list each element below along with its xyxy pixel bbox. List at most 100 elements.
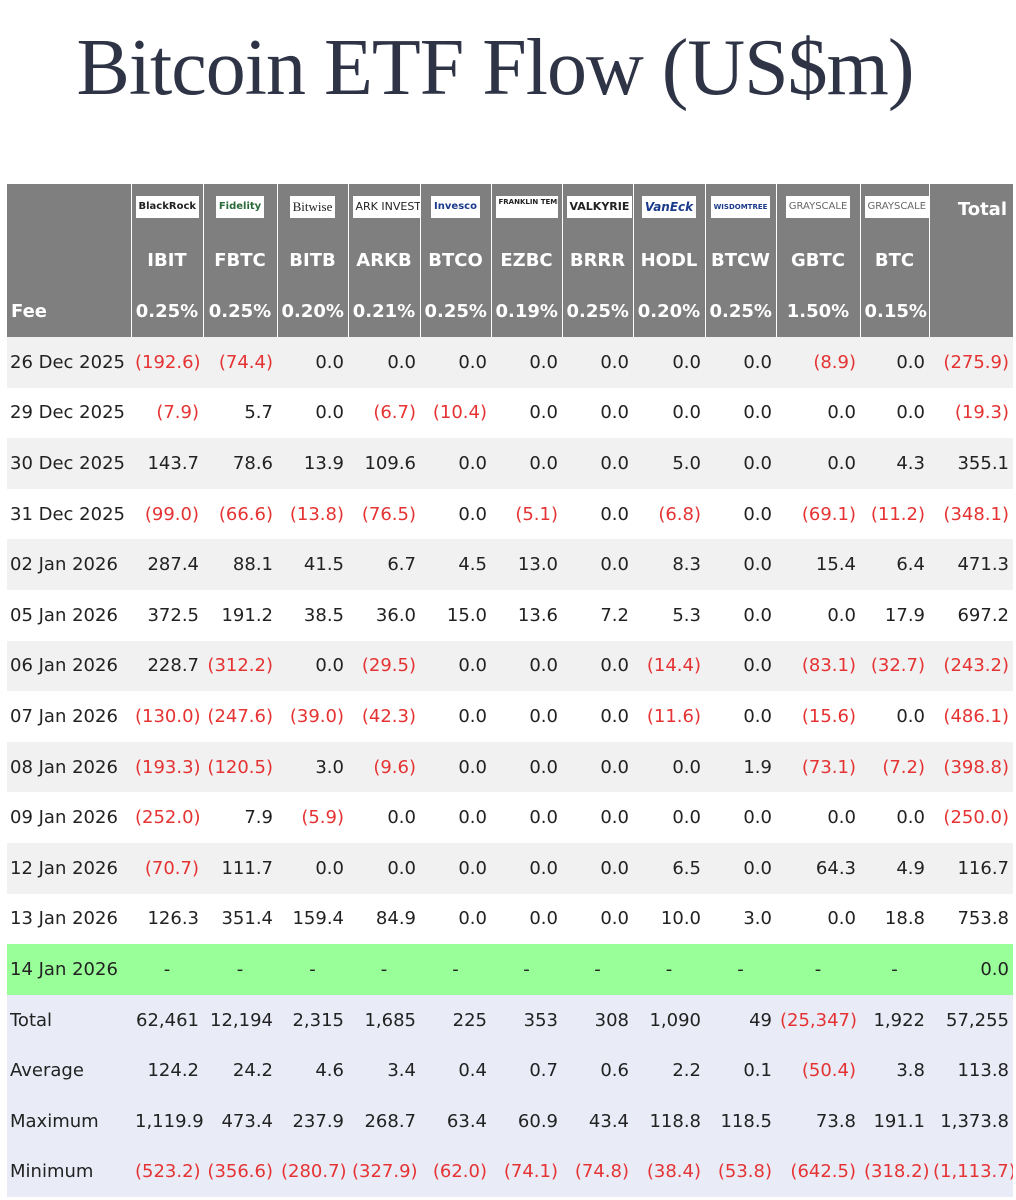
row-date: 12 Jan 2026	[7, 842, 131, 894]
table-row: 02 Jan 2026 287.4 88.1 41.5 6.7 4.5 13.0 0.0 8.3…	[7, 539, 1013, 590]
flow-value-cell: (6.8)	[633, 488, 705, 540]
summary-value-cell: 473.4	[203, 1095, 277, 1147]
summary-value-cell: (642.5)	[776, 1146, 860, 1198]
fee-value: 0.15%	[859, 286, 929, 337]
flow-value-cell: 111.7	[203, 842, 277, 894]
flow-value-cell: 41.5	[277, 539, 348, 590]
fee-value: 0.19%	[490, 286, 562, 337]
flow-value-cell: 0.0	[420, 842, 491, 894]
flow-value-cell: 7.9	[203, 792, 277, 843]
flow-value-cell: (5.9)	[277, 792, 348, 843]
header-blank-cell	[928, 235, 1013, 286]
row-date: 13 Jan 2026	[7, 893, 131, 945]
flow-value-cell: 143.7	[131, 438, 203, 489]
flow-value-cell: 1.9	[705, 741, 776, 793]
flow-value-cell: (5.1)	[491, 488, 562, 540]
summary-value-cell: 118.8	[633, 1095, 705, 1147]
flow-value-cell: (11.6)	[633, 691, 705, 742]
summary-value-cell: (50.4)	[776, 1045, 860, 1096]
row-total-cell: (486.1)	[929, 691, 1013, 742]
ticker-header: FBTC	[202, 235, 277, 286]
flow-value-cell: 0.0	[277, 842, 348, 894]
flow-table-body: 26 Dec 2025 (192.6) (74.4) 0.0 0.0 0.0 0.0 0.0 0…	[7, 337, 1013, 1198]
flow-value-cell: 0.0	[420, 792, 491, 843]
summary-label: Minimum	[7, 1146, 131, 1198]
issuer-logo-cell: ARK INVEST	[347, 184, 420, 235]
summary-value-cell: (74.1)	[491, 1146, 562, 1198]
summary-value-cell: 225	[420, 994, 491, 1046]
summary-value-cell: 0.4	[420, 1045, 491, 1096]
summary-value-cell: 4.6	[277, 1045, 348, 1096]
flow-value-cell: 0.0	[776, 387, 860, 439]
summary-value-cell: (38.4)	[633, 1146, 705, 1198]
flow-value-cell: 0.0	[420, 741, 491, 793]
flow-value-cell: 0.0	[420, 337, 491, 388]
summary-row: Maximum 1,119.9 473.4 237.9 268.7 63.4 60.9 43.…	[7, 1095, 1013, 1147]
summary-value-cell: 124.2	[131, 1045, 203, 1096]
flow-value-cell: 0.0	[776, 893, 860, 945]
flow-value-cell: 159.4	[277, 893, 348, 945]
issuer-logo-cell: GRAYSCALE	[859, 184, 929, 235]
row-date: 09 Jan 2026	[7, 792, 131, 843]
ticker-header: BTCW	[704, 235, 776, 286]
franklin-templeton-logo: FRANKLIN TEMPLETON	[495, 196, 558, 218]
flow-value-cell: (13.8)	[277, 488, 348, 540]
header-corner-cell	[7, 184, 131, 235]
summary-value-cell: 0.6	[562, 1045, 633, 1096]
flow-value-cell: 0.0	[633, 387, 705, 439]
summary-value-cell: 2.2	[633, 1045, 705, 1096]
flow-value-cell: 0.0	[277, 640, 348, 692]
summary-value-cell: (74.8)	[562, 1146, 633, 1198]
row-total-cell: (19.3)	[929, 387, 1013, 439]
flow-value-cell: 13.0	[491, 539, 562, 590]
ark-invest-logo: ARK INVEST	[352, 196, 420, 218]
ticker-header: BRRR	[561, 235, 633, 286]
flow-value-cell: 0.0	[860, 387, 929, 439]
flow-value-cell: (252.0)	[131, 792, 203, 843]
ticker-row: IBIT FBTC BITB ARKB BTCO EZBC BRRR HODL BTCW GBTC…	[7, 235, 1013, 286]
summary-value-cell: 60.9	[491, 1095, 562, 1147]
fee-value: 0.25%	[561, 286, 633, 337]
flow-value-cell: 15.0	[420, 589, 491, 641]
flow-value-cell: (70.7)	[131, 842, 203, 894]
flow-value-cell: 228.7	[131, 640, 203, 692]
flow-value-cell: -	[203, 944, 277, 995]
flow-value-cell: 0.0	[562, 539, 633, 590]
table-row: 05 Jan 2026 372.5 191.2 38.5 36.0 15.0 13.6 7.2…	[7, 589, 1013, 641]
row-total-cell: 753.8	[929, 893, 1013, 945]
fee-value: 0.25%	[130, 286, 203, 337]
flow-value-cell: 0.0	[491, 337, 562, 388]
flow-value-cell: 0.0	[705, 488, 776, 540]
fee-value: 0.25%	[704, 286, 776, 337]
flow-value-cell: 0.0	[705, 792, 776, 843]
summary-value-cell: 118.5	[705, 1095, 776, 1147]
flow-value-cell: 4.3	[860, 438, 929, 489]
summary-value-cell: 73.8	[776, 1095, 860, 1147]
flow-value-cell: (76.5)	[348, 488, 420, 540]
flow-value-cell: 0.0	[860, 337, 929, 388]
flow-value-cell: 0.0	[348, 842, 420, 894]
flow-value-cell: 18.8	[860, 893, 929, 945]
summary-label: Total	[7, 994, 131, 1046]
summary-value-cell: 268.7	[348, 1095, 420, 1147]
flow-value-cell: 0.0	[633, 792, 705, 843]
fee-value: 0.20%	[276, 286, 348, 337]
flow-value-cell: 7.2	[562, 589, 633, 641]
flow-value-cell: 0.0	[420, 640, 491, 692]
ticker-header: IBIT	[130, 235, 203, 286]
row-date: 08 Jan 2026	[7, 741, 131, 793]
issuer-logo-cell: GRAYSCALE	[775, 184, 860, 235]
summary-value-cell: 12,194	[203, 994, 277, 1046]
flow-value-cell: 6.5	[633, 842, 705, 894]
flow-value-cell: 0.0	[562, 387, 633, 439]
flow-value-cell: (42.3)	[348, 691, 420, 742]
ticker-header: BTCO	[419, 235, 491, 286]
flow-value-cell: (99.0)	[131, 488, 203, 540]
flow-value-cell: -	[860, 944, 929, 995]
flow-value-cell: -	[277, 944, 348, 995]
flow-value-cell: 84.9	[348, 893, 420, 945]
page-title: Bitcoin ETF Flow (US$m)	[76, 24, 914, 112]
table-row: 08 Jan 2026 (193.3) (120.5) 3.0 (9.6) 0.0 0.0 0…	[7, 741, 1013, 793]
flow-value-cell: (74.4)	[203, 337, 277, 388]
flow-value-cell: 0.0	[562, 640, 633, 692]
